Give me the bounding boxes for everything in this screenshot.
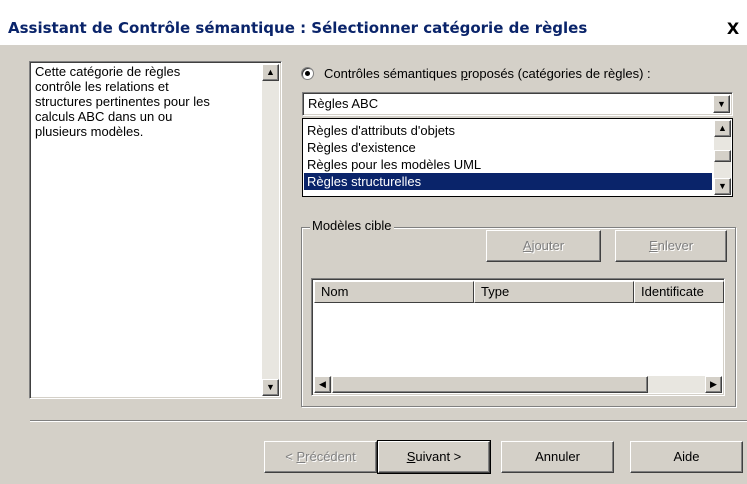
access-key: E xyxy=(648,238,658,253)
title-bar: Assistant de Contrôle sémantique : Sélec… xyxy=(0,15,747,45)
combobox-value: Règles ABC xyxy=(308,96,379,111)
column-header-type[interactable]: Type xyxy=(474,281,634,303)
label-part: roposés (catégories de règles) : xyxy=(467,66,651,81)
description-scrollbar[interactable]: ▲ ▼ xyxy=(262,64,279,396)
close-icon[interactable]: X xyxy=(723,19,743,39)
button-label: < xyxy=(285,449,297,464)
scroll-left-icon[interactable]: ◀ xyxy=(314,376,331,393)
window-title: Assistant de Contrôle sémantique : Sélec… xyxy=(8,19,588,37)
scroll-up-icon[interactable]: ▲ xyxy=(262,64,279,81)
access-key: P xyxy=(296,449,306,464)
scroll-up-icon[interactable]: ▲ xyxy=(714,120,731,137)
radio-button[interactable] xyxy=(301,67,314,80)
label-access-key: p xyxy=(460,66,468,81)
description-box[interactable]: Cette catégorie de règles contrôle les r… xyxy=(29,61,282,399)
previous-button[interactable]: < Précédent xyxy=(264,441,377,473)
scroll-right-icon[interactable]: ▶ xyxy=(705,376,722,393)
listview-header: Nom Type Identificate xyxy=(314,281,724,303)
column-header-identifier[interactable]: Identificate xyxy=(634,281,724,303)
target-models-label: Modèles cible xyxy=(310,218,394,233)
scroll-thumb[interactable] xyxy=(714,150,731,162)
button-label: jouter xyxy=(531,238,565,253)
dropdown-scrollbar[interactable]: ▲ ▼ xyxy=(714,120,731,195)
rule-category-dropdown-list[interactable]: Règles d'attributs d'objets Règles d'exi… xyxy=(302,118,733,197)
scroll-thumb[interactable] xyxy=(332,376,648,393)
scroll-down-icon[interactable]: ▼ xyxy=(714,178,731,195)
dropdown-option[interactable]: Règles pour les modèles UML xyxy=(304,156,712,173)
dropdown-option[interactable]: Règles d'attributs d'objets xyxy=(304,122,712,139)
remove-button[interactable]: Enlever xyxy=(615,230,727,262)
dropdown-option-selected[interactable]: Règles structurelles xyxy=(304,173,712,190)
button-label: récédent xyxy=(305,449,356,464)
dialog: Assistant de Contrôle sémantique : Sélec… xyxy=(0,0,747,484)
dropdown-arrow-icon[interactable]: ▼ xyxy=(713,95,730,113)
scroll-down-icon[interactable]: ▼ xyxy=(262,379,279,396)
footer-separator xyxy=(30,420,747,422)
button-label: uivant > xyxy=(415,449,462,464)
access-key: A xyxy=(522,238,532,253)
target-models-listview[interactable]: Nom Type Identificate ◀ ▶ xyxy=(311,278,725,396)
dropdown-option[interactable]: Règles d'existence xyxy=(304,139,712,156)
cancel-button[interactable]: Annuler xyxy=(501,441,614,473)
button-label: nlever xyxy=(657,238,694,253)
next-button[interactable]: Suivant > xyxy=(377,440,491,474)
rule-category-combobox[interactable]: Règles ABC ▼ xyxy=(302,92,733,116)
add-button[interactable]: Ajouter xyxy=(486,230,601,262)
proposed-radio-label: Contrôles sémantiques proposés (catégori… xyxy=(324,66,651,81)
label-part: Contrôles sémantiques xyxy=(324,66,461,81)
column-header-name[interactable]: Nom xyxy=(314,281,474,303)
help-button[interactable]: Aide xyxy=(630,441,743,473)
listview-hscrollbar[interactable]: ◀ ▶ xyxy=(314,376,722,393)
top-strip xyxy=(0,0,747,15)
description-text: Cette catégorie de règles contrôle les r… xyxy=(35,64,210,139)
